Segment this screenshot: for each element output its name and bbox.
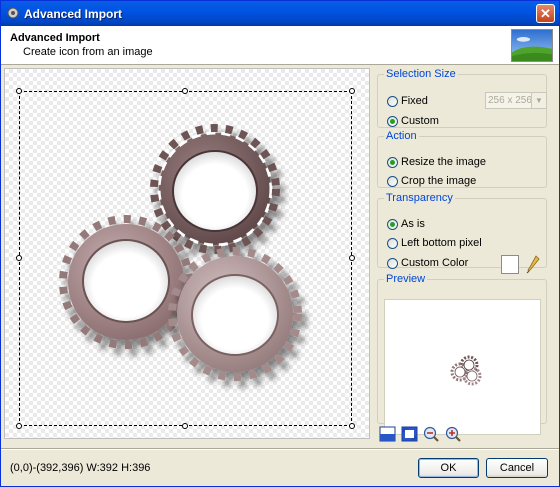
fixed-radio-label: Fixed xyxy=(401,95,428,107)
preview-legend: Preview xyxy=(386,273,426,285)
resize-handle-left[interactable] xyxy=(16,255,22,261)
ok-button[interactable]: OK xyxy=(418,458,479,478)
resize-handle-top-left[interactable] xyxy=(16,88,22,94)
transparency-group: Transparency As is Left bottom pixel Cus… xyxy=(377,192,547,274)
custom-color-radio[interactable]: Custom Color xyxy=(387,257,468,269)
image-canvas[interactable] xyxy=(4,68,370,439)
custom-color-swatch[interactable] xyxy=(501,255,519,274)
preview-gears-image xyxy=(450,355,482,386)
action-group: Action Resize the image Crop the image xyxy=(377,130,547,188)
left-bottom-pixel-label: Left bottom pixel xyxy=(401,237,482,249)
action-legend: Action xyxy=(386,130,417,142)
app-icon xyxy=(7,7,19,19)
window-title: Advanced Import xyxy=(24,7,123,21)
fit-window-icon[interactable] xyxy=(379,426,396,442)
preview-area xyxy=(384,299,541,435)
resize-handle-bottom[interactable] xyxy=(182,423,188,429)
custom-radio-dot[interactable] xyxy=(387,115,398,127)
left-bottom-pixel-radio[interactable]: Left bottom pixel xyxy=(387,237,482,249)
selection-status: (0,0)-(392,396) W:392 H:396 xyxy=(10,462,151,474)
size-select-value: 256 x 256 xyxy=(488,95,532,106)
custom-radio[interactable]: Custom xyxy=(387,115,439,127)
options-panel: Selection Size Fixed 256 x 256 ▼ Custom … xyxy=(375,68,549,442)
crop-image-radio[interactable]: Crop the image xyxy=(387,175,476,187)
header-title: Advanced Import xyxy=(10,32,100,44)
as-is-radio-dot[interactable] xyxy=(387,218,398,230)
color-picker-icon[interactable] xyxy=(526,255,540,274)
crop-image-label: Crop the image xyxy=(401,175,477,187)
crop-image-radio-dot[interactable] xyxy=(387,175,398,187)
selection-size-legend: Selection Size xyxy=(386,68,456,80)
transparency-legend: Transparency xyxy=(386,192,453,204)
landscape-image-icon xyxy=(511,29,553,62)
footer-divider xyxy=(1,448,559,450)
actual-size-icon[interactable] xyxy=(401,426,418,442)
resize-handle-bottom-left[interactable] xyxy=(16,423,22,429)
header-subtitle: Create icon from an image xyxy=(23,46,153,58)
advanced-import-window: Advanced Import ✕ Advanced Import Create… xyxy=(0,0,560,487)
preview-group: Preview xyxy=(377,273,547,435)
dialog-header: Advanced Import Create icon from an imag… xyxy=(1,26,559,65)
preview-toolbar xyxy=(379,426,462,442)
resize-handle-top[interactable] xyxy=(182,88,188,94)
custom-color-radio-dot[interactable] xyxy=(387,257,398,269)
resize-handle-bottom-right[interactable] xyxy=(349,423,355,429)
zoom-out-icon[interactable] xyxy=(423,426,440,442)
selection-size-group: Selection Size Fixed 256 x 256 ▼ Custom xyxy=(377,68,547,128)
custom-color-label: Custom Color xyxy=(401,257,469,269)
zoom-in-icon[interactable] xyxy=(445,426,462,442)
fixed-radio-dot[interactable] xyxy=(387,95,398,107)
selection-rectangle[interactable] xyxy=(19,91,352,426)
cancel-button[interactable]: Cancel xyxy=(486,458,548,478)
resize-handle-right[interactable] xyxy=(349,255,355,261)
fixed-radio[interactable]: Fixed xyxy=(387,95,428,107)
resize-image-label: Resize the image xyxy=(401,156,486,168)
title-bar: Advanced Import ✕ xyxy=(1,1,559,26)
custom-radio-label: Custom xyxy=(401,115,439,127)
size-select: 256 x 256 ▼ xyxy=(485,92,547,109)
as-is-radio[interactable]: As is xyxy=(387,218,425,230)
chevron-down-icon: ▼ xyxy=(531,93,546,108)
close-button[interactable]: ✕ xyxy=(536,4,555,23)
resize-image-radio[interactable]: Resize the image xyxy=(387,156,486,168)
left-bottom-pixel-radio-dot[interactable] xyxy=(387,237,398,249)
resize-image-radio-dot[interactable] xyxy=(387,156,398,168)
resize-handle-top-right[interactable] xyxy=(349,88,355,94)
as-is-label: As is xyxy=(401,218,425,230)
